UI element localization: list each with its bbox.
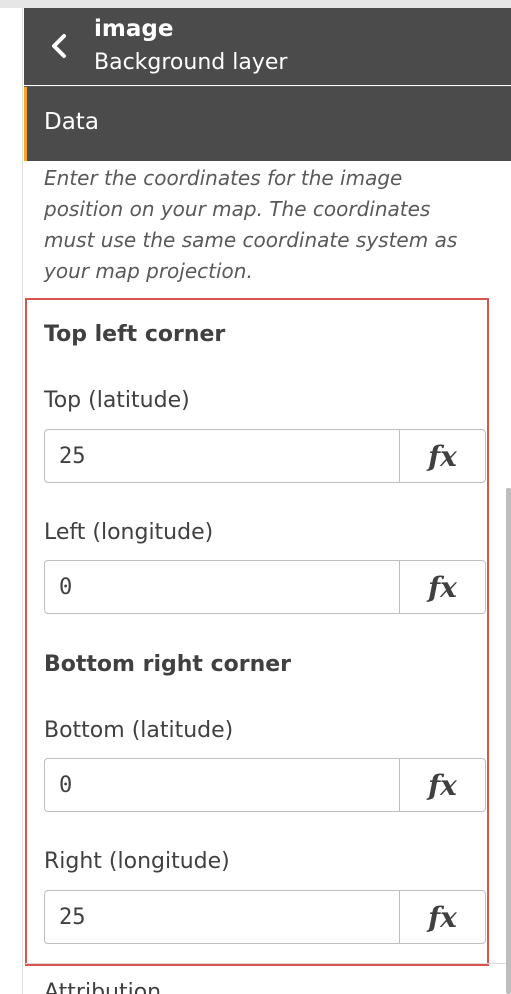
top-left-corner-heading: Top left corner <box>44 322 226 347</box>
attribution-label[interactable]: Attribution <box>44 978 161 994</box>
top-latitude-field: fx <box>44 429 486 483</box>
panel-title: image <box>94 16 174 42</box>
right-longitude-field: fx <box>44 890 486 944</box>
top-strip <box>0 0 511 8</box>
left-longitude-label: Left (longitude) <box>44 520 214 545</box>
back-button[interactable] <box>44 28 76 64</box>
section-label: Data <box>44 109 99 135</box>
scrollbar-thumb[interactable] <box>506 488 511 994</box>
bottom-latitude-label: Bottom (latitude) <box>44 718 234 743</box>
section-divider <box>24 963 511 964</box>
page: image Background layer Data Enter the co… <box>0 0 511 994</box>
right-longitude-label: Right (longitude) <box>44 849 230 874</box>
fx-icon[interactable]: fx <box>399 561 485 613</box>
top-latitude-label: Top (latitude) <box>44 388 190 413</box>
panel-subtitle: Background layer <box>94 50 288 75</box>
properties-panel: image Background layer Data Enter the co… <box>24 8 511 994</box>
left-longitude-field: fx <box>44 560 486 614</box>
bottom-right-corner-heading: Bottom right corner <box>44 652 292 677</box>
left-panel-edge <box>0 8 23 994</box>
coordinates-description: Enter the coordinates for the image posi… <box>44 166 458 283</box>
panel-header: image Background layer <box>24 8 511 85</box>
section-accent-bar <box>24 87 27 161</box>
fx-icon[interactable]: fx <box>399 430 485 482</box>
section-header-data[interactable]: Data <box>24 86 511 161</box>
bottom-latitude-field: fx <box>44 758 486 812</box>
top-latitude-input[interactable] <box>45 430 399 482</box>
fx-icon[interactable]: fx <box>399 891 485 943</box>
right-longitude-input[interactable] <box>45 891 399 943</box>
fx-icon[interactable]: fx <box>399 759 485 811</box>
chevron-left-icon <box>52 34 66 58</box>
bottom-latitude-input[interactable] <box>45 759 399 811</box>
left-longitude-input[interactable] <box>45 561 399 613</box>
